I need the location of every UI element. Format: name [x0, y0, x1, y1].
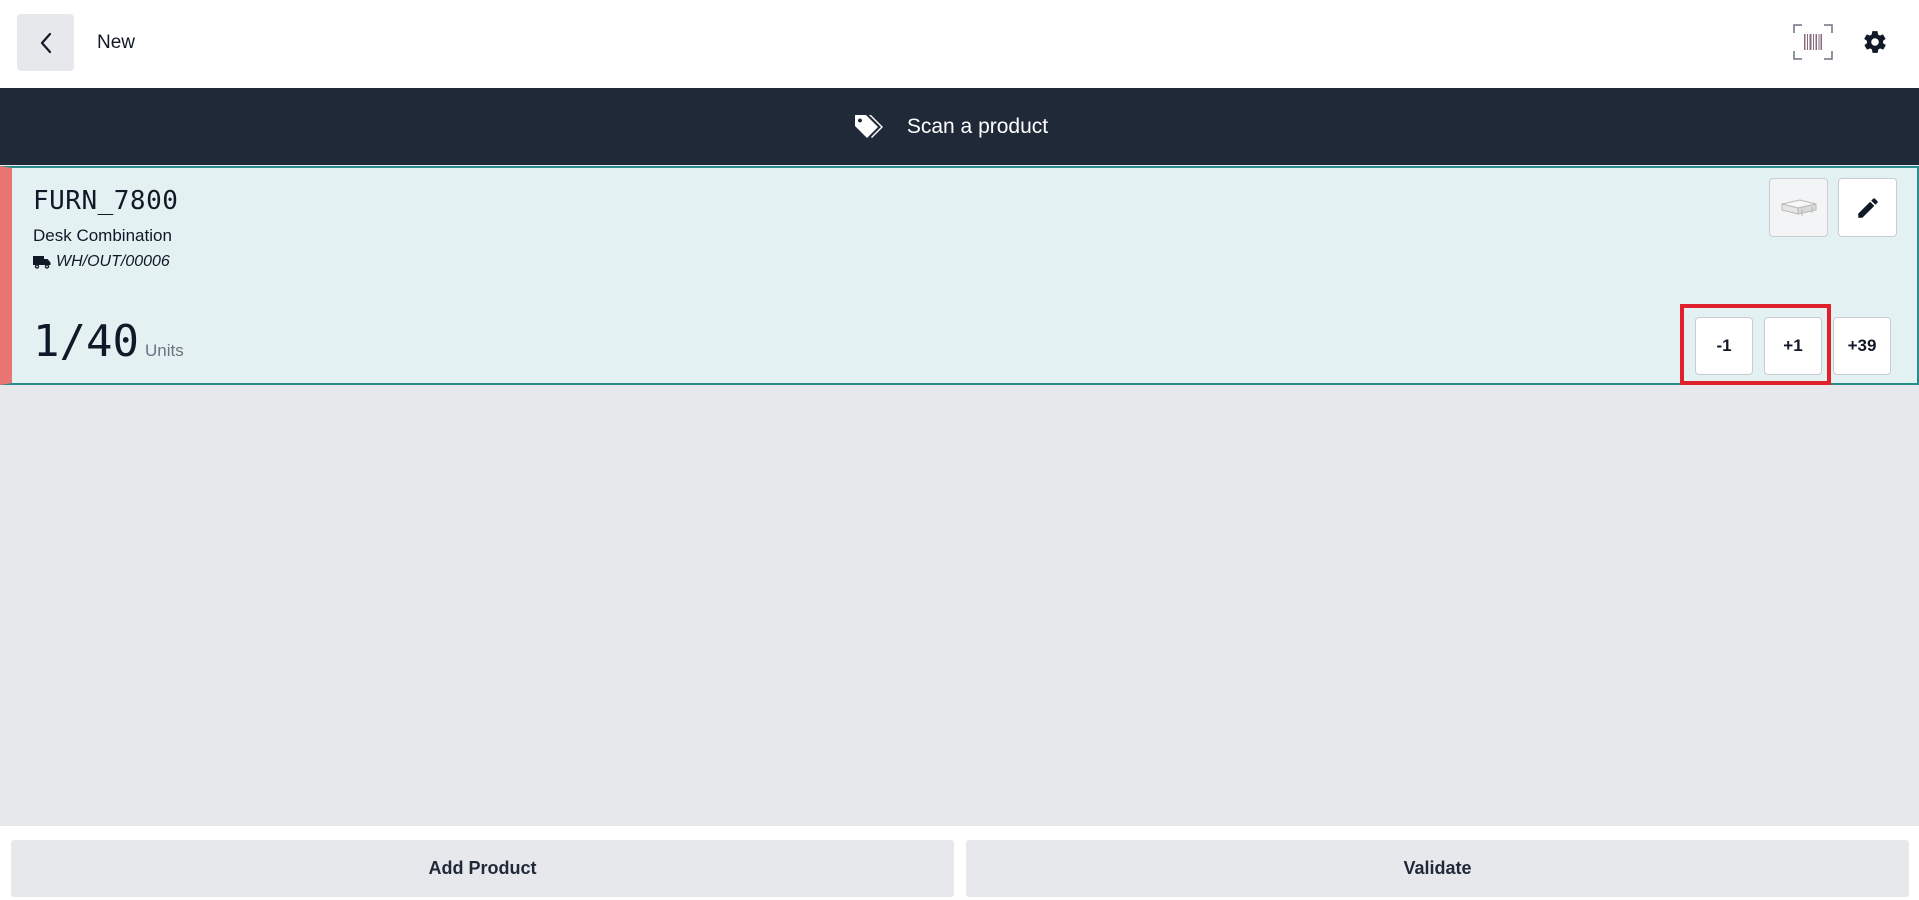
scan-instruction: Scan a product — [906, 114, 1049, 138]
edit-line-button[interactable] — [1838, 178, 1897, 237]
page-title: New — [97, 32, 136, 53]
back-button[interactable] — [17, 14, 74, 71]
move-line[interactable]: FURN_7800 Desk Combination WH/OUT/00006 … — [0, 166, 1919, 385]
product-reference: FURN_7800 — [33, 186, 179, 216]
bottom-action-bar: Add Product Validate — [0, 826, 1919, 900]
picking-label: WH/OUT/00006 — [56, 253, 170, 270]
increment-quantity-button[interactable]: +1 — [1764, 317, 1822, 375]
product-name: Desk Combination — [33, 226, 172, 245]
pencil-icon — [1857, 197, 1878, 218]
quantity-display: 1/40 Units — [33, 316, 184, 367]
tags-icon — [854, 114, 883, 138]
gear-icon — [1864, 31, 1886, 53]
product-image-icon — [1781, 198, 1816, 216]
quantity-unit: Units — [144, 341, 184, 360]
chevron-left-icon — [40, 32, 51, 53]
truck-icon — [33, 256, 51, 269]
scan-banner: Scan a product — [0, 88, 1919, 165]
validate-button[interactable]: Validate — [966, 840, 1909, 897]
settings-button[interactable] — [1862, 28, 1888, 56]
barcode-scanner-button[interactable] — [1793, 24, 1833, 60]
add-remaining-quantity-button[interactable]: +39 — [1833, 317, 1891, 375]
product-image-button[interactable] — [1769, 178, 1828, 237]
add-product-button[interactable]: Add Product — [11, 840, 954, 897]
picking-reference: WH/OUT/00006 — [33, 253, 170, 271]
quantity-value: 1/40 — [33, 316, 139, 367]
top-navbar: New — [0, 0, 1919, 88]
decrement-quantity-button[interactable]: -1 — [1695, 317, 1753, 375]
barcode-scanner-icon — [1793, 24, 1833, 60]
